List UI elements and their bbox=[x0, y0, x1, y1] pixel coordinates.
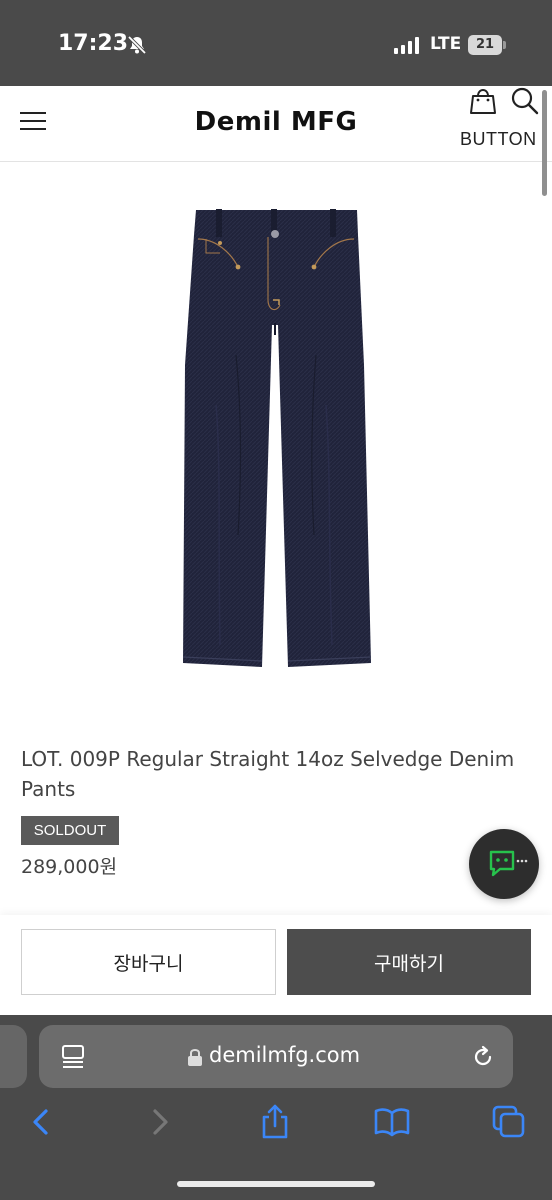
status-bar: 17:23 LTE 21 bbox=[0, 0, 552, 86]
browser-toolbar: demilmfg.com bbox=[0, 1015, 552, 1200]
url-text[interactable]: demilmfg.com bbox=[209, 1043, 360, 1067]
site-header: Demil MFG BUTTON bbox=[0, 86, 552, 162]
scrollbar-thumb[interactable] bbox=[542, 90, 547, 196]
hamburger-icon[interactable] bbox=[20, 110, 46, 132]
chat-button[interactable] bbox=[469, 829, 539, 899]
chevron-left-icon[interactable] bbox=[22, 1103, 62, 1143]
tab-overview-icon[interactable] bbox=[61, 1044, 85, 1070]
add-to-cart-button[interactable]: 장바구니 bbox=[21, 929, 276, 995]
address-bar[interactable]: demilmfg.com bbox=[39, 1025, 513, 1088]
bell-off-icon bbox=[126, 34, 148, 56]
reload-icon[interactable] bbox=[471, 1045, 495, 1069]
search-icon[interactable] bbox=[510, 86, 540, 116]
chat-icon bbox=[489, 850, 528, 877]
share-icon[interactable] bbox=[255, 1103, 295, 1143]
purchase-bar: 장바구니 구매하기 bbox=[0, 915, 552, 1015]
battery-icon: 21 bbox=[468, 35, 502, 55]
shopping-bag-icon[interactable] bbox=[468, 86, 498, 116]
tabs-icon[interactable] bbox=[490, 1103, 530, 1143]
lock-icon bbox=[187, 1047, 203, 1067]
chevron-right-icon[interactable] bbox=[142, 1103, 182, 1143]
product-price: 289,000원 bbox=[21, 856, 118, 878]
home-indicator[interactable] bbox=[177, 1181, 375, 1187]
buy-now-button[interactable]: 구매하기 bbox=[287, 929, 531, 995]
book-icon[interactable] bbox=[372, 1103, 412, 1143]
battery-tip bbox=[503, 41, 506, 49]
status-time: 17:23 bbox=[58, 31, 129, 56]
network-type: LTE bbox=[430, 34, 462, 54]
header-button-label[interactable]: BUTTON bbox=[460, 129, 537, 150]
product-image[interactable] bbox=[176, 205, 376, 671]
product-title: LOT. 009P Regular Straight 14oz Selvedge… bbox=[21, 747, 515, 801]
signal-strength-icon bbox=[394, 36, 419, 54]
soldout-badge: SOLDOUT bbox=[21, 816, 119, 845]
previous-tab-preview[interactable] bbox=[0, 1025, 27, 1088]
safari-nav-toolbar bbox=[0, 1103, 552, 1147]
